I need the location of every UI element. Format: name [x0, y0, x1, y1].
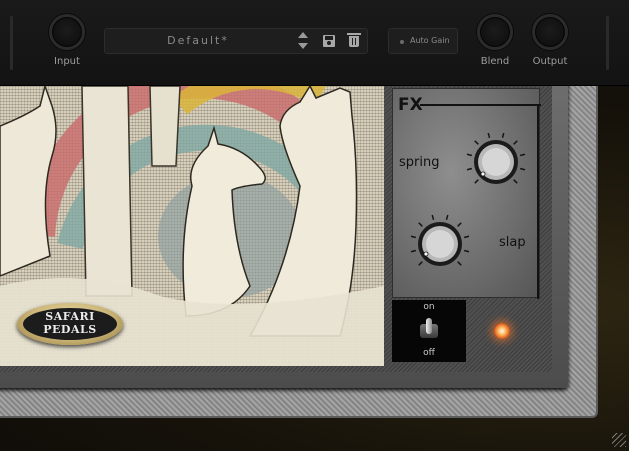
blend-knob-group: Blend [467, 14, 523, 67]
trash-icon [347, 33, 361, 47]
input-knob-group: Input [39, 14, 95, 67]
speaker-grille: SAFARI PEDALS [0, 86, 384, 366]
safari-pedals-logo: SAFARI PEDALS [17, 303, 123, 345]
amp-cabinet: SAFARI PEDALS FX spring slap on off [0, 86, 629, 451]
preset-next-arrow[interactable] [298, 43, 308, 49]
input-knob-label: Input [54, 56, 80, 67]
preset-selector[interactable]: Default* [104, 28, 368, 54]
spring-knob[interactable] [455, 131, 537, 193]
toggle-lever [426, 318, 432, 334]
auto-gain-label: Auto Gain [410, 36, 450, 45]
fx-toggle-panel: on off [392, 300, 466, 362]
fx-status-led [494, 323, 510, 339]
output-knob-group: Output [522, 14, 578, 67]
chevron-up-down-icon[interactable] [295, 31, 311, 51]
blend-knob-label: Blend [480, 56, 510, 67]
logo-line-2: PEDALS [43, 323, 97, 336]
preset-name[interactable]: Default* [105, 29, 291, 53]
fx-side-rule [537, 104, 539, 299]
logo-line-1: SAFARI [45, 310, 95, 323]
left-edge-divider [10, 16, 13, 70]
input-knob[interactable] [49, 14, 85, 50]
resize-grip-icon[interactable] [612, 433, 626, 447]
top-control-bar: Input Default* Auto Gain Blend Output [0, 0, 629, 86]
output-knob[interactable] [532, 14, 568, 50]
logo-badge: SAFARI PEDALS [23, 308, 117, 340]
toggle-on-label: on [423, 302, 435, 312]
auto-gain-indicator-dot [400, 40, 404, 44]
fx-panel: FX spring slap [392, 88, 541, 299]
right-edge-divider [606, 16, 609, 70]
fx-title-rule [420, 104, 541, 106]
fx-toggle-switch[interactable] [420, 318, 438, 344]
save-preset-button[interactable] [320, 32, 338, 50]
auto-gain-button[interactable]: Auto Gain [388, 28, 458, 54]
save-icon [323, 35, 335, 47]
slap-label: slap [499, 235, 526, 250]
output-knob-label: Output [532, 56, 568, 67]
spring-label: spring [399, 155, 440, 170]
slap-knob[interactable] [399, 213, 481, 275]
delete-preset-button[interactable] [345, 32, 363, 50]
preset-previous-arrow[interactable] [298, 32, 308, 38]
blend-knob[interactable] [477, 14, 513, 50]
toggle-off-label: off [423, 348, 435, 358]
